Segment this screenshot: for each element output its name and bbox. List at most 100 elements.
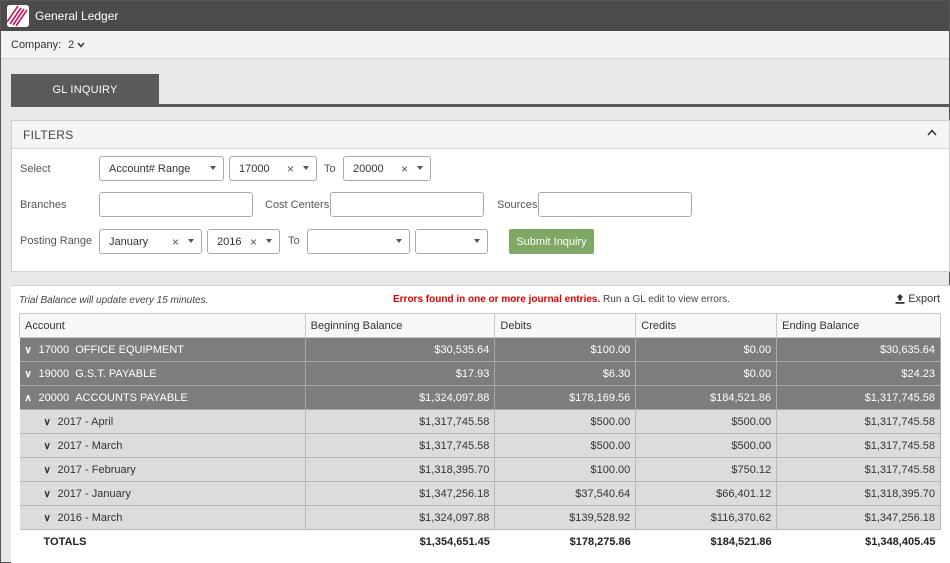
posting-to-year-dropdown[interactable] [415, 229, 488, 254]
branches-input[interactable] [99, 192, 253, 217]
ending-balance-cell: $1,317,745.58 [776, 457, 941, 482]
credits-cell: $500.00 [635, 409, 778, 434]
posting-month-value: January [109, 235, 149, 248]
totals-label: TOTALS [19, 529, 306, 554]
caret-down-icon [303, 166, 309, 170]
account-from-dropdown[interactable]: 17000 × [229, 156, 317, 181]
credits-cell: $66,401.12 [635, 481, 778, 506]
caret-down-icon [188, 239, 194, 243]
credits-cell: $0.00 [635, 361, 778, 386]
company-value: 2 [68, 38, 75, 51]
clear-icon[interactable]: × [401, 162, 408, 176]
posting-to-month-dropdown[interactable] [307, 229, 410, 254]
account-to-dropdown[interactable]: 20000 × [343, 156, 431, 181]
period-label: 2017 - April [57, 415, 114, 428]
table-row[interactable]: ∨ 2017 - January $1,347,256.18 $37,540.64… [19, 481, 941, 506]
chevron-up-icon[interactable]: ∧ [25, 393, 39, 404]
beginning-balance-cell: $1,347,256.18 [305, 481, 496, 506]
total-ending-balance: $1,348,405.45 [776, 529, 941, 554]
totals-row: TOTALS $1,354,651.45 $178,275.86 $184,52… [19, 529, 941, 554]
chevron-down-icon[interactable]: ∨ [44, 441, 58, 452]
account-to-value: 20000 [353, 162, 384, 175]
period-label: 2017 - January [57, 487, 131, 500]
account-name: G.S.T. PAYABLE [75, 367, 157, 380]
table-row[interactable]: ∨ 17000 OFFICE EQUIPMENT $30,535.64 $100.… [19, 337, 941, 362]
table-row[interactable]: ∨ 2017 - April $1,317,745.58 $500.00 $500… [19, 409, 941, 434]
chevron-down-icon[interactable]: ∨ [44, 417, 58, 428]
chevron-down-icon[interactable]: ∨ [25, 369, 39, 380]
beginning-balance-cell: $17.93 [305, 361, 496, 386]
trial-balance-table: Account Beginning Balance Debits Credits… [19, 313, 941, 554]
column-header-beginning-balance[interactable]: Beginning Balance [304, 313, 496, 338]
account-number: 19000 [38, 367, 70, 380]
company-bar: Company: 2 [1, 31, 949, 59]
table-row[interactable]: ∧ 20000 ACCOUNTS PAYABLE $1,324,097.88 $1… [19, 385, 941, 410]
beginning-balance-cell: $1,324,097.88 [305, 505, 496, 530]
select-type-value: Account# Range [109, 162, 191, 175]
submit-inquiry-button[interactable]: Submit Inquiry [509, 229, 594, 254]
chevron-down-icon[interactable]: ∨ [44, 513, 58, 524]
beginning-balance-cell: $1,324,097.88 [305, 385, 496, 410]
table-row[interactable]: ∨ 2016 - March $1,324,097.88 $139,528.92 … [19, 505, 941, 530]
column-header-debits[interactable]: Debits [494, 313, 637, 338]
account-from-value: 17000 [239, 162, 270, 175]
chevron-down-icon[interactable]: ∨ [44, 489, 58, 500]
column-header-ending-balance[interactable]: Ending Balance [776, 313, 941, 338]
caret-down-icon [266, 239, 272, 243]
posting-range-label: Posting Range [20, 235, 93, 247]
chevron-down-icon[interactable]: ∨ [44, 465, 58, 476]
ending-balance-cell: $1,317,745.58 [776, 433, 941, 458]
posting-year-dropdown[interactable]: 2016 × [207, 229, 280, 254]
posting-month-dropdown[interactable]: January × [99, 229, 202, 254]
error-hint: Run a GL edit to view errors. [600, 294, 730, 305]
tab-bar: GL INQUIRY [11, 74, 950, 107]
credits-cell: $750.12 [635, 457, 778, 482]
company-label: Company: [11, 38, 62, 51]
period-label: 2017 - February [57, 463, 136, 476]
app-logo-icon [7, 5, 29, 27]
ending-balance-cell: $30,635.64 [776, 337, 941, 362]
company-select[interactable]: 2 [61, 39, 85, 51]
beginning-balance-cell: $1,317,745.58 [305, 433, 496, 458]
column-header-credits[interactable]: Credits [635, 313, 778, 338]
column-header-account[interactable]: Account [19, 313, 306, 338]
debits-cell: $100.00 [494, 337, 637, 362]
beginning-balance-cell: $1,317,745.58 [305, 409, 496, 434]
chevron-down-icon [77, 40, 85, 50]
chevron-down-icon[interactable]: ∨ [25, 345, 39, 356]
table-row[interactable]: ∨ 19000 G.S.T. PAYABLE $17.93 $6.30 $0.00… [19, 361, 941, 386]
cost-centers-label: Cost Centers [265, 199, 330, 211]
clear-icon[interactable]: × [287, 162, 294, 176]
filters-header[interactable]: FILTERS [12, 121, 949, 149]
cost-centers-input[interactable] [330, 192, 484, 217]
select-type-dropdown[interactable]: Account# Range [99, 156, 224, 181]
select-label: Select [20, 163, 51, 175]
tab-gl-inquiry[interactable]: GL INQUIRY [11, 74, 159, 105]
table-row[interactable]: ∨ 2017 - February $1,318,395.70 $100.00 $… [19, 457, 941, 482]
posting-to-label: To [288, 235, 300, 247]
sources-input[interactable] [538, 192, 692, 217]
export-button[interactable]: Export [895, 293, 940, 305]
period-label: 2016 - March [57, 511, 123, 524]
error-highlight: Errors found in one or more journal entr… [393, 294, 601, 305]
app-title: General Ledger [35, 9, 119, 23]
update-info-text: Trial Balance will update every 15 minut… [19, 295, 209, 306]
clear-icon[interactable]: × [250, 235, 257, 249]
debits-cell: $100.00 [494, 457, 637, 482]
debits-cell: $178,169.56 [494, 385, 637, 410]
debits-cell: $6.30 [494, 361, 637, 386]
total-beginning-balance: $1,354,651.45 [305, 529, 495, 554]
ending-balance-cell: $1,318,395.70 [776, 481, 941, 506]
beginning-balance-cell: $1,318,395.70 [305, 457, 496, 482]
table-row[interactable]: ∨ 2017 - March $1,317,745.58 $500.00 $500… [19, 433, 941, 458]
account-name: ACCOUNTS PAYABLE [75, 391, 188, 404]
ending-balance-cell: $1,317,745.58 [776, 409, 941, 434]
debits-cell: $37,540.64 [494, 481, 637, 506]
debits-cell: $139,528.92 [494, 505, 637, 530]
debits-cell: $500.00 [494, 409, 637, 434]
posting-year-value: 2016 [217, 235, 242, 248]
account-number: 20000 [38, 391, 70, 404]
chevron-up-icon[interactable] [927, 128, 937, 139]
credits-cell: $184,521.86 [635, 385, 778, 410]
clear-icon[interactable]: × [172, 235, 179, 249]
